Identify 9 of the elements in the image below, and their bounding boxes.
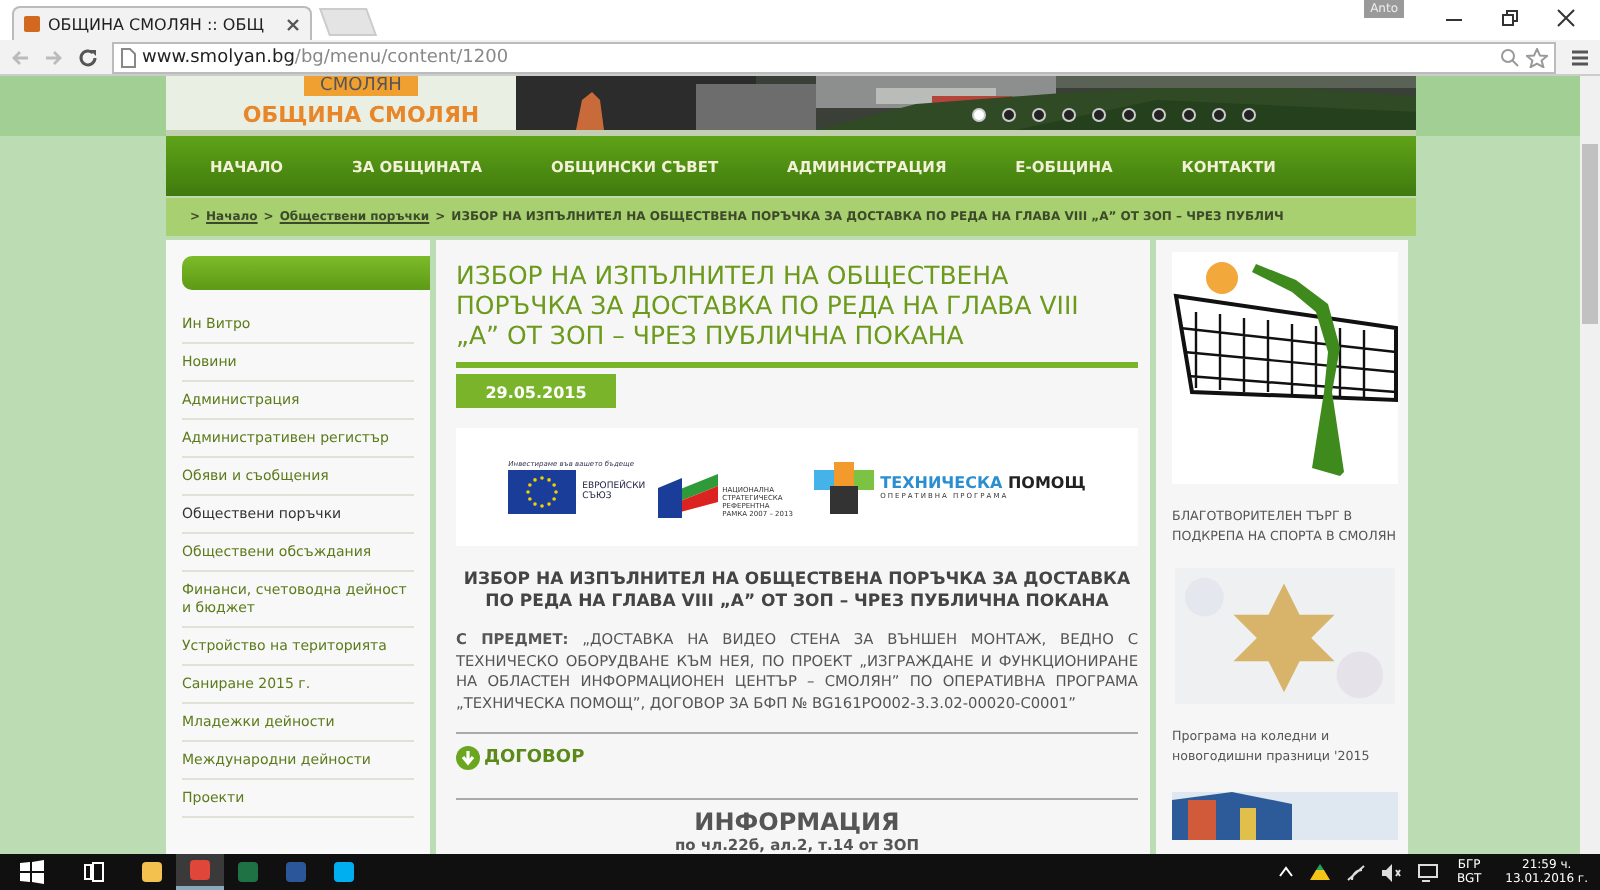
article-heading: ИЗБОР НА ИЗПЪЛНИТЕЛ НА ОБЩЕСТВЕНА ПОРЪЧКА ЗА ДОСТАВКА ПО РЕДА НА ГЛАВА VIII „А” ОТ ЗОП – ЧРЕЗ ПУБЛИЧНА ПОКАНА xyxy=(461,570,1133,615)
date-badge: 29.05.2015 xyxy=(456,374,616,408)
browser-tab[interactable]: ОБЩИНА СМОЛЯН :: ОБЩ xyxy=(12,6,312,40)
article-title: ИЗБОР НА ИЗПЪЛНИТЕЛ НА ОБЩЕСТВЕНА ПОРЪЧКА ЗА ДОСТАВКА ПО РЕДА НА ГЛАВА VIII „А” ОТ ЗОП – ЧРЕЗ ПУБЛИЧНА ПОКАНА xyxy=(456,260,1081,350)
logo-badge[interactable]: СМОЛЯН xyxy=(304,76,418,96)
logo-text: ТЕХНИЧЕСКА ПОМОЩ xyxy=(880,474,1086,493)
download-link[interactable]: ДОГОВОР xyxy=(456,746,1138,771)
info-title: ИНФОРМАЦИЯ xyxy=(692,808,902,836)
address-bar[interactable]: www.smolyan.bg/bg/menu/content/1200 xyxy=(112,41,1556,73)
